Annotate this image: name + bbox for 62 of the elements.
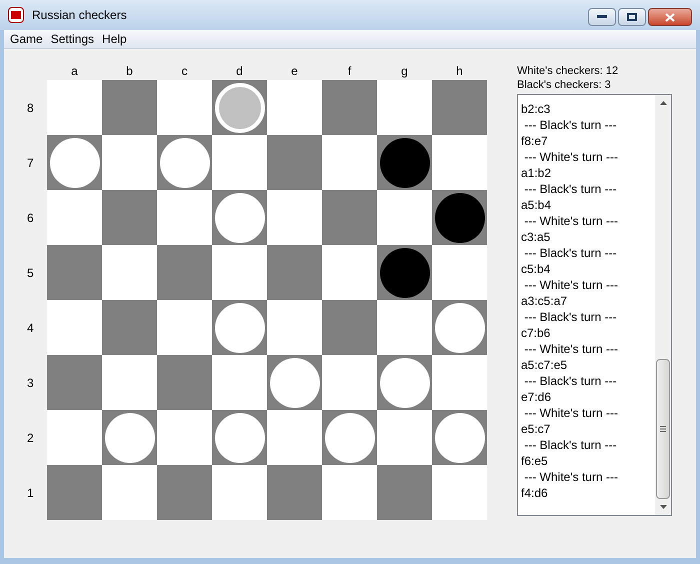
scrollbar[interactable]	[655, 95, 671, 515]
log-entry: --- White's turn ---	[523, 277, 619, 293]
log-entry: b2:c3	[521, 101, 552, 117]
row-label: 7	[27, 154, 34, 172]
column-label: h	[455, 63, 464, 80]
row-label: 2	[27, 430, 34, 446]
log-entry: e7:d6	[521, 389, 552, 405]
log-entry: --- White's turn ---	[523, 213, 619, 229]
log-entry: f4:d6	[521, 485, 549, 501]
light-square[interactable]	[47, 300, 102, 355]
checker-count: Black's checkers: 3	[517, 78, 612, 92]
window-title: Russian checkers	[32, 7, 128, 24]
grip-icon	[660, 426, 666, 432]
column-label: c	[180, 63, 188, 80]
log-entry: a5:c7:e5	[521, 357, 568, 373]
log-entry: --- Black's turn ---	[523, 437, 618, 453]
log-entry: --- Black's turn ---	[523, 245, 618, 261]
log-entry: c3:a5	[521, 229, 552, 245]
row-label: 8	[27, 100, 34, 116]
close-icon	[665, 12, 675, 22]
checker-count: White's checkers: 12	[517, 64, 620, 78]
log-entry: --- White's turn ---	[523, 149, 619, 165]
row-label: 3	[27, 374, 34, 392]
menu-item[interactable]: Settings	[46, 30, 98, 48]
log-entry: --- Black's turn ---	[523, 373, 618, 389]
row-label: 4	[27, 320, 34, 336]
log-entry: c5:b4	[521, 261, 552, 277]
log-entry: a3:c5:a7	[521, 293, 568, 309]
app-icon	[8, 7, 24, 23]
log-entry: a5:b4	[521, 197, 552, 213]
menu-item[interactable]: Help	[98, 30, 131, 48]
row-label: 6	[27, 210, 34, 226]
log-entry: e5:c7	[521, 421, 552, 437]
log-entry: --- Black's turn ---	[523, 309, 618, 325]
close-button[interactable]	[648, 8, 692, 26]
column-label: d	[235, 63, 244, 80]
column-label: b	[125, 63, 134, 80]
scroll-up-icon	[660, 101, 666, 105]
column-label: e	[290, 63, 299, 80]
maximize-button[interactable]	[618, 8, 646, 26]
move-log-list[interactable]	[517, 94, 672, 516]
maximize-icon	[627, 13, 637, 21]
log-entry: --- Black's turn ---	[523, 117, 618, 133]
log-entry: --- Black's turn ---	[523, 181, 618, 197]
log-entry: c7:b6	[521, 325, 552, 341]
log-entry: --- White's turn ---	[523, 405, 619, 421]
column-label: g	[400, 63, 409, 80]
column-label: a	[70, 63, 79, 80]
log-entry: f6:e5	[521, 453, 549, 469]
log-entry: --- White's turn ---	[523, 469, 619, 485]
minimize-icon	[597, 15, 607, 19]
menu-item[interactable]: Game	[6, 30, 47, 48]
log-entry: f8:e7	[521, 133, 549, 149]
minimize-button[interactable]	[588, 8, 616, 26]
row-label: 1	[27, 484, 34, 502]
log-entry: a1:b2	[521, 165, 552, 181]
scrollbar-thumb[interactable]	[656, 359, 670, 499]
scroll-down-icon	[660, 505, 666, 509]
light-square[interactable]	[102, 245, 157, 300]
column-label: f	[346, 63, 352, 80]
log-entry: --- White's turn ---	[523, 341, 619, 357]
row-label: 5	[27, 264, 34, 282]
